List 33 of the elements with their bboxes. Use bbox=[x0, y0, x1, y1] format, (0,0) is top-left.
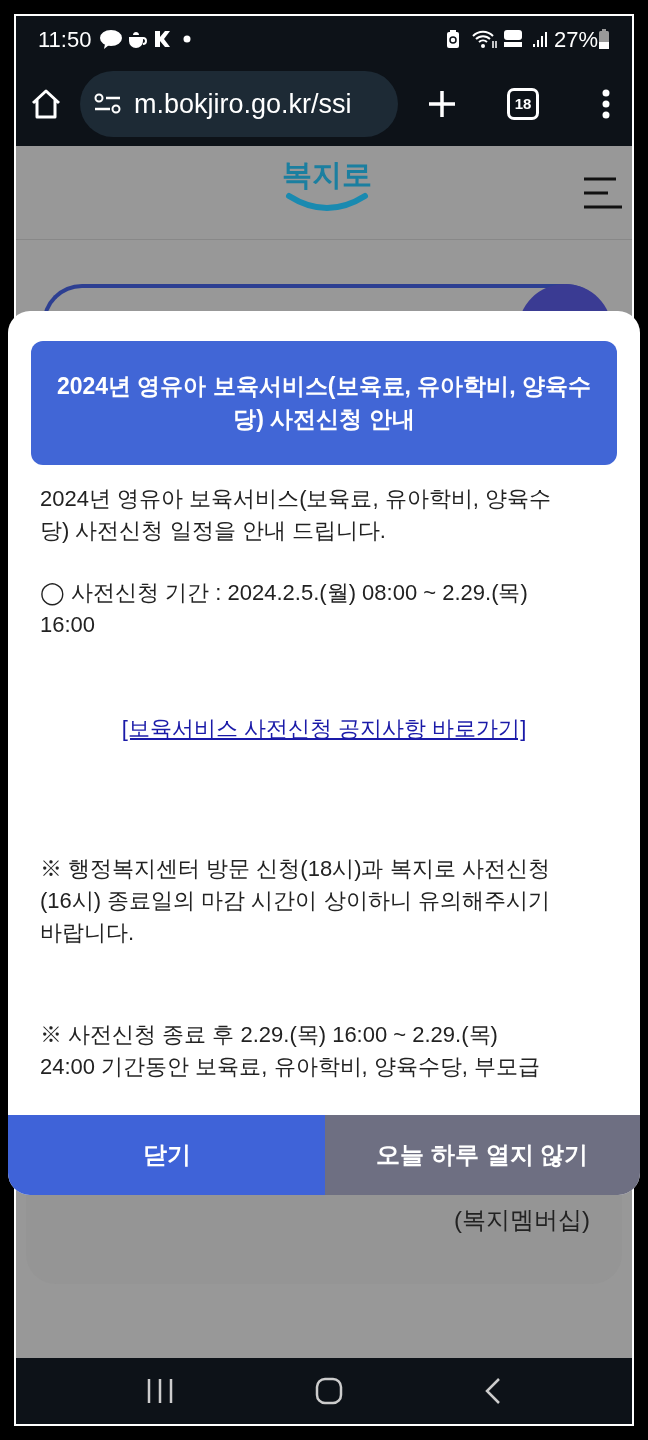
k-icon bbox=[153, 29, 172, 49]
notice-paragraph: ◯ 사전신청 기간 : 2024.2.5.(월) 08:00 ~ 2.29.(목) 16:00 bbox=[40, 579, 529, 639]
cup-icon bbox=[127, 29, 150, 49]
menu-item-label[interactable]: (복지멤버십) bbox=[454, 1202, 590, 1238]
battery-saver-icon bbox=[445, 29, 460, 49]
notice-paragraph: ※ 사전신청 종료 후 2.29.(목) 16:00 ~ 2.29.(목) 24:00 기간동안 보육료, 유아학비, 양육수당, 부모급 bbox=[40, 1021, 541, 1081]
more-icon bbox=[602, 89, 610, 119]
notice-paragraph: 2024년 영유아 보육서비스(보육료, 유아학비, 양육수 당) 사전신청 일정을 안내 드립니다. bbox=[40, 485, 552, 545]
battery-icon bbox=[598, 28, 610, 50]
notice-link[interactable]: [보육서비스 사전신청 공지사항 바로가기] bbox=[40, 713, 608, 745]
address-bar[interactable]: m.bokjiro.go.kr/ssi bbox=[80, 71, 398, 137]
signal-icon bbox=[531, 29, 550, 49]
battery-percent: 27% bbox=[553, 25, 598, 54]
wifi-icon bbox=[471, 29, 498, 49]
url-text: m.bokjiro.go.kr/ssi bbox=[134, 87, 352, 121]
notice-paragraph: ※ 행정복지센터 방문 신청(18시)과 복지로 사전신청 (16시) 종료일의 마감 시간이 상이하니 유의해주시기 바랍니다. bbox=[40, 855, 551, 947]
plus-icon bbox=[427, 89, 457, 119]
dot-icon bbox=[183, 35, 192, 43]
back-icon[interactable] bbox=[483, 1377, 502, 1405]
home-nav-icon[interactable] bbox=[315, 1377, 343, 1405]
tab-count-button[interactable]: 18 bbox=[507, 88, 539, 120]
menu-icon bbox=[582, 176, 624, 210]
more-button[interactable] bbox=[601, 87, 611, 121]
home-icon bbox=[30, 88, 62, 120]
popup-title: 2024년 영유아 보육서비스(보육료, 유아학비, 양육수 당) 사전신청 안내 bbox=[31, 341, 617, 465]
chat-icon bbox=[99, 29, 124, 49]
smile-icon bbox=[285, 190, 369, 212]
menu-button[interactable] bbox=[582, 176, 624, 210]
close-button[interactable]: 닫기 bbox=[8, 1115, 325, 1195]
status-time: 11:50 bbox=[38, 25, 92, 54]
dont-show-today-button[interactable]: 오늘 하루 열지 않기 bbox=[325, 1115, 640, 1195]
site-settings-icon bbox=[94, 93, 122, 115]
recent-apps-icon[interactable] bbox=[146, 1378, 175, 1404]
